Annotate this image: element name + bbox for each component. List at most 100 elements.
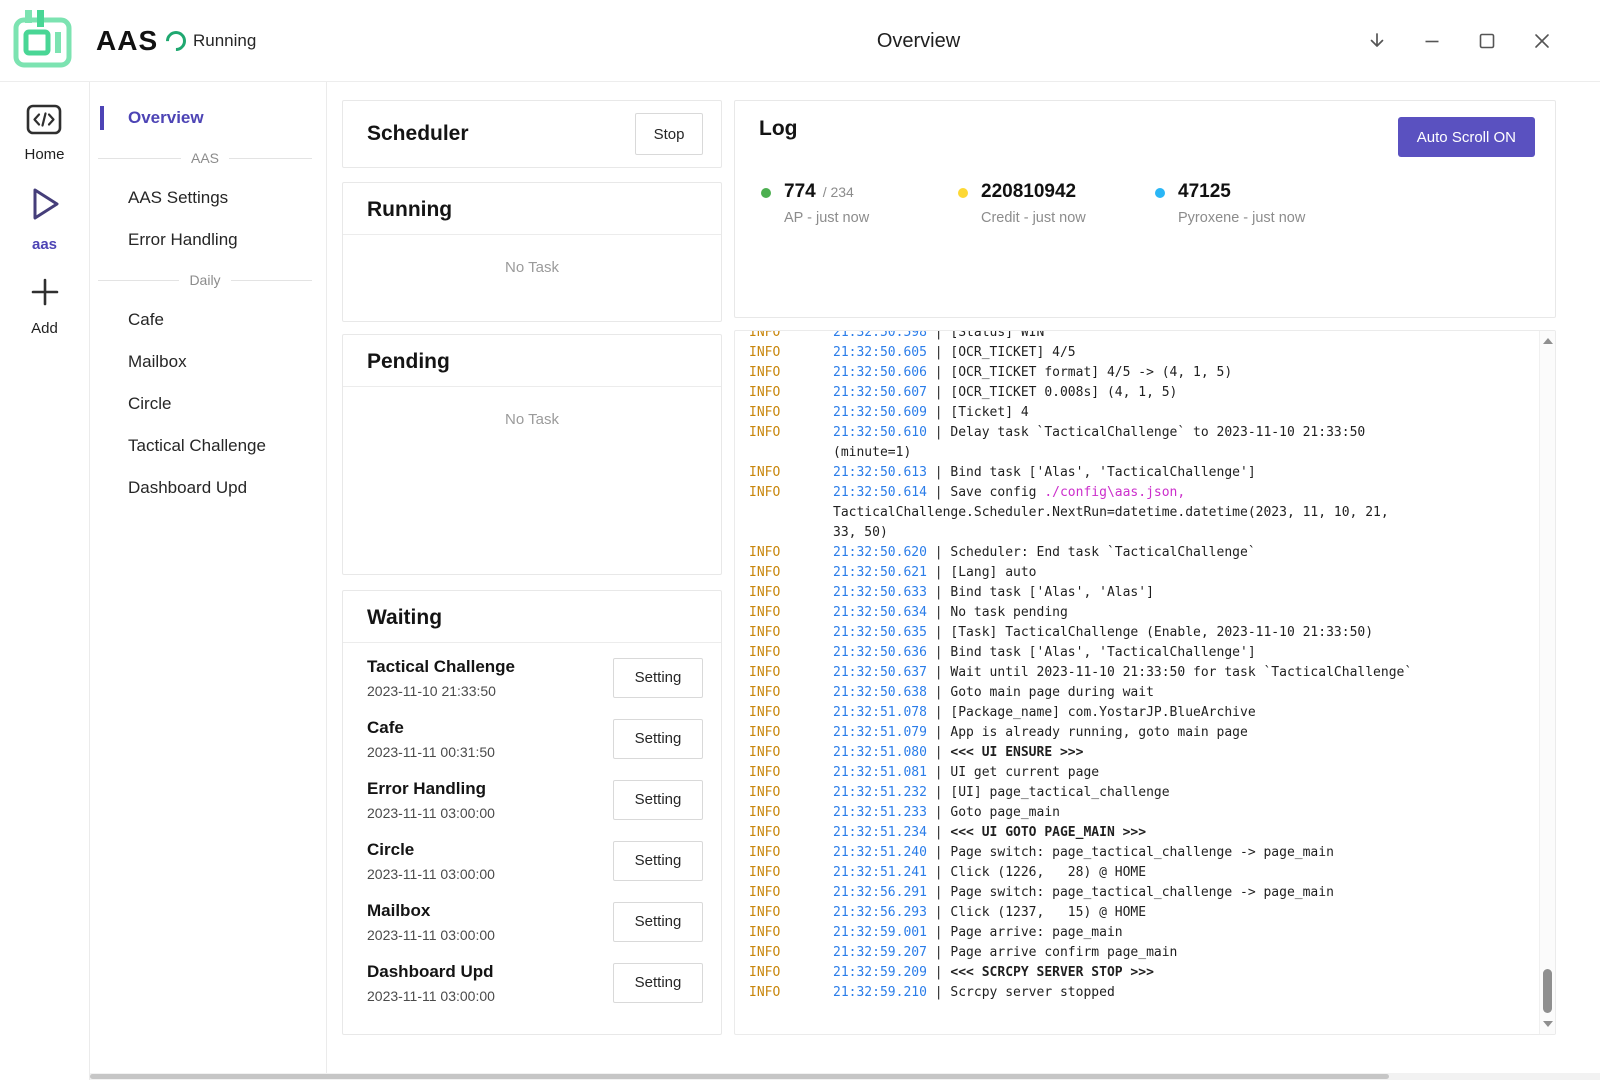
running-spinner-icon xyxy=(162,27,190,55)
log-line: INFO21:32:51.233 | Goto page_main xyxy=(749,803,1525,823)
minimize-button[interactable] xyxy=(1422,31,1442,51)
stat-suffix: / 234 xyxy=(823,184,854,200)
stat-value: 47125 xyxy=(1178,181,1231,203)
log-stat: 47125 Pyroxene - just now xyxy=(1155,181,1352,226)
log-stat: 774 / 234 AP - just now xyxy=(761,181,958,226)
running-card: Running No Task xyxy=(342,182,722,322)
horizontal-scrollbar-thumb[interactable] xyxy=(90,1074,1389,1079)
log-line: INFO21:32:51.078 | [Package_name] com.Yo… xyxy=(749,703,1525,723)
horizontal-scrollbar[interactable] xyxy=(90,1073,1600,1080)
sidebar-item-aas-settings[interactable]: AAS Settings xyxy=(90,177,326,219)
maximize-icon xyxy=(1481,35,1494,48)
waiting-task-list: Tactical Challenge2023-11-10 21:33:50Set… xyxy=(343,643,721,1013)
log-line: INFO21:32:50.598 | [Status] WIN xyxy=(749,330,1525,343)
waiting-task-name: Tactical Challenge xyxy=(367,657,515,677)
scrollbar-up-icon[interactable] xyxy=(1543,338,1553,344)
download-icon xyxy=(1372,34,1383,46)
log-line: INFO21:32:56.293 | Click (1237, 15) @ HO… xyxy=(749,903,1525,923)
log-scrollbar[interactable] xyxy=(1539,331,1555,1034)
maximize-button[interactable] xyxy=(1477,31,1497,51)
stat-dot-icon xyxy=(1155,188,1165,198)
log-line: INFO21:32:50.634 | No task pending xyxy=(749,603,1525,623)
log-line: INFO21:32:50.620 | Scheduler: End task `… xyxy=(749,543,1525,563)
waiting-task-setting-button[interactable]: Setting xyxy=(613,780,703,820)
sidebar-item-tactical-challenge[interactable]: Tactical Challenge xyxy=(90,425,326,467)
close-icon xyxy=(1536,35,1548,47)
stat-caption: Pyroxene - just now xyxy=(1178,210,1305,226)
stat-dot-icon xyxy=(958,188,968,198)
waiting-task-name: Error Handling xyxy=(367,779,495,799)
waiting-task-row: Circle2023-11-11 03:00:00Setting xyxy=(343,830,721,891)
log-line: INFO21:32:50.638 | Goto main page during… xyxy=(749,683,1525,703)
waiting-task-name: Circle xyxy=(367,840,495,860)
log-line: INFO21:32:51.080 | <<< UI ENSURE >>> xyxy=(749,743,1525,763)
log-line: INFO21:32:51.240 | Page switch: page_tac… xyxy=(749,843,1525,863)
log-line: INFO21:32:50.637 | Wait until 2023-11-10… xyxy=(749,663,1525,683)
pending-title-row: Pending xyxy=(343,335,721,387)
log-title: Log xyxy=(759,117,797,141)
stat-dot-icon xyxy=(761,188,771,198)
app-name: AAS xyxy=(96,25,158,57)
page-title: Overview xyxy=(877,30,960,53)
scheduler-title: Scheduler xyxy=(367,122,469,146)
waiting-task-setting-button[interactable]: Setting xyxy=(613,902,703,942)
log-card: Log Auto Scroll ON 774 / 234 AP - just now… xyxy=(734,100,1556,318)
waiting-task-time: 2023-11-11 03:00:00 xyxy=(367,805,495,821)
log-line: INFO21:32:50.605 | [OCR_TICKET] 4/5 xyxy=(749,343,1525,363)
scrollbar-down-icon[interactable] xyxy=(1543,1021,1553,1027)
sidebar-item-overview[interactable]: Overview xyxy=(90,97,326,139)
log-line: INFO21:32:51.079 | App is already runnin… xyxy=(749,723,1525,743)
stat-value: 774 xyxy=(784,181,816,203)
pending-title: Pending xyxy=(367,350,697,374)
auto-scroll-button[interactable]: Auto Scroll ON xyxy=(1398,117,1535,157)
log-line: INFO21:32:51.081 | UI get current page xyxy=(749,763,1525,783)
close-button[interactable] xyxy=(1532,31,1552,51)
log-output[interactable]: INFO21:32:50.598 | [Status] WININFO21:32… xyxy=(734,330,1556,1035)
sidebar-item-mailbox[interactable]: Mailbox xyxy=(90,341,326,383)
sidebar-item-cafe[interactable]: Cafe xyxy=(90,299,326,341)
waiting-task-row: Cafe2023-11-11 00:31:50Setting xyxy=(343,708,721,769)
log-line: INFO21:32:51.234 | <<< UI GOTO PAGE_MAIN… xyxy=(749,823,1525,843)
iconbar-aas-label: aas xyxy=(32,236,57,253)
download-button[interactable] xyxy=(1367,31,1387,51)
sidebar-nav: OverviewAASAAS SettingsError HandlingDai… xyxy=(90,82,327,1080)
waiting-task-time: 2023-11-11 03:00:00 xyxy=(367,988,495,1004)
log-stats: 774 / 234 AP - just now 220810942 Credit - j… xyxy=(735,181,1555,226)
log-line: INFO21:32:56.291 | Page switch: page_tac… xyxy=(749,883,1525,903)
stat-caption: Credit - just now xyxy=(981,210,1086,226)
titlebar: AAS Running Overview xyxy=(0,0,1600,82)
running-empty-text: No Task xyxy=(343,259,721,276)
waiting-task-setting-button[interactable]: Setting xyxy=(613,841,703,881)
app-logo xyxy=(10,8,76,72)
log-line: INFO21:32:50.614 | Save config ./config\… xyxy=(749,483,1525,543)
stat-caption: AP - just now xyxy=(784,210,869,226)
scrollbar-thumb[interactable] xyxy=(1543,969,1552,1013)
log-line: INFO21:32:50.610 | Delay task `TacticalC… xyxy=(749,423,1525,463)
waiting-title: Waiting xyxy=(367,606,697,630)
iconbar-home-label: Home xyxy=(24,146,64,163)
stat-value: 220810942 xyxy=(981,181,1076,203)
sidebar-item-home[interactable]: Home xyxy=(24,104,64,163)
running-title: Running xyxy=(367,198,697,222)
waiting-task-row: Tactical Challenge2023-11-10 21:33:50Set… xyxy=(343,647,721,708)
log-line: INFO21:32:59.001 | Page arrive: page_mai… xyxy=(749,923,1525,943)
waiting-task-setting-button[interactable]: Setting xyxy=(613,719,703,759)
log-line: INFO21:32:50.606 | [OCR_TICKET format] 4… xyxy=(749,363,1525,383)
sidebar-item-error-handling[interactable]: Error Handling xyxy=(90,219,326,261)
scheduler-card: Scheduler Stop xyxy=(342,100,722,168)
pending-empty-text: No Task xyxy=(343,411,721,428)
sidebar-item-add[interactable]: Add xyxy=(28,275,62,337)
log-line: INFO21:32:59.209 | <<< SCRCPY SERVER STO… xyxy=(749,963,1525,983)
sidebar-item-aas[interactable]: aas xyxy=(26,183,64,253)
stop-button[interactable]: Stop xyxy=(635,113,703,155)
waiting-task-setting-button[interactable]: Setting xyxy=(613,963,703,1003)
waiting-task-time: 2023-11-11 00:31:50 xyxy=(367,744,495,760)
log-line: INFO21:32:51.232 | [UI] page_tactical_ch… xyxy=(749,783,1525,803)
sidebar-item-circle[interactable]: Circle xyxy=(90,383,326,425)
main-content: Scheduler Stop Running No Task Pending N… xyxy=(327,82,1600,1080)
icon-sidebar: Home aas Add xyxy=(0,82,90,1080)
log-output-lines: INFO21:32:50.598 | [Status] WININFO21:32… xyxy=(749,330,1525,1003)
log-line: INFO21:32:59.210 | Scrcpy server stopped xyxy=(749,983,1525,1003)
waiting-task-setting-button[interactable]: Setting xyxy=(613,658,703,698)
sidebar-item-dashboard-upd[interactable]: Dashboard Upd xyxy=(90,467,326,509)
